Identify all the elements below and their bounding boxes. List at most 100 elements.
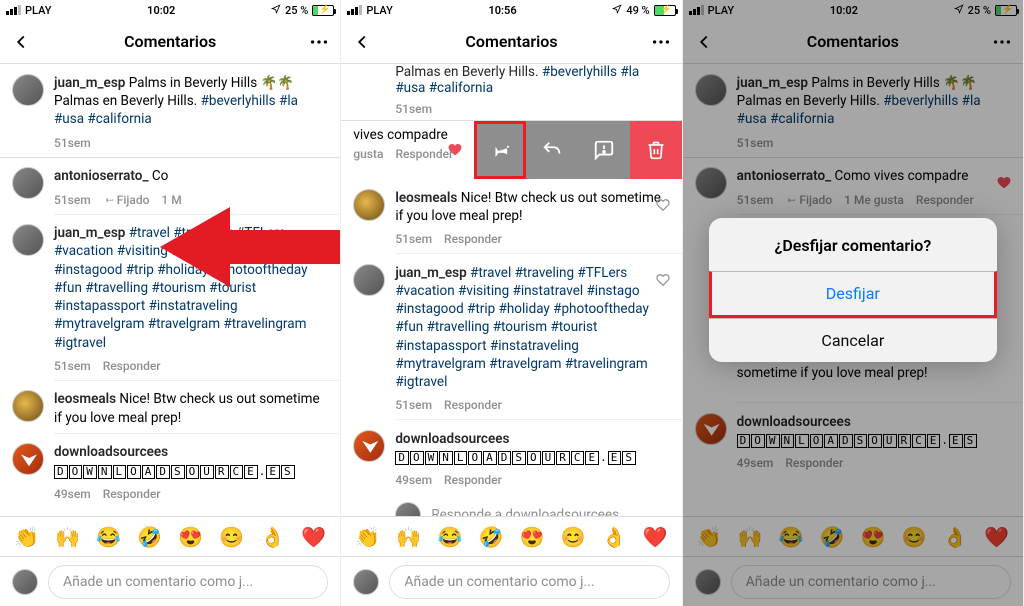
emoji-button[interactable]: 😂 xyxy=(96,525,121,549)
emoji-button[interactable]: 👌 xyxy=(260,525,285,549)
timestamp: 51sem xyxy=(395,231,432,247)
reply-action-button[interactable] xyxy=(526,121,578,179)
timestamp: 51sem xyxy=(54,358,91,374)
emoji-button[interactable]: 😂 xyxy=(437,525,462,549)
alert-title: ¿Desfijar comentario? xyxy=(709,218,997,271)
emoji-button[interactable]: 😍 xyxy=(178,525,203,549)
report-action-button[interactable] xyxy=(578,121,630,179)
comment-row[interactable]: leosmeals Nice! Btw check us out sometim… xyxy=(0,380,340,432)
emoji-button[interactable]: 😊 xyxy=(219,525,244,549)
username[interactable]: leosmeals xyxy=(54,391,116,407)
emoji-button[interactable]: 🤣 xyxy=(137,525,162,549)
avatar[interactable] xyxy=(12,167,44,199)
likes-count[interactable]: gusta xyxy=(353,147,383,161)
signal-icon xyxy=(6,5,21,15)
like-icon[interactable] xyxy=(656,197,670,216)
screenshot-2: PLAY 10:56 49 % ⚡ Comentarios Palmas en … xyxy=(341,0,682,606)
battery-icon: ⚡ xyxy=(654,5,676,16)
comment-hashtags[interactable]: #travel #traveling #TFLers #vacation #vi… xyxy=(395,265,649,390)
comment-text: DOWNLOADSOURCE.ES xyxy=(395,451,637,464)
reply-button[interactable]: Responder xyxy=(444,397,502,413)
my-avatar[interactable] xyxy=(12,569,38,595)
avatar[interactable] xyxy=(12,74,44,106)
cancel-button[interactable]: Cancelar xyxy=(709,318,997,362)
unpin-alert: ¿Desfijar comentario? Desfijar Cancelar xyxy=(709,218,997,362)
reply-button[interactable]: Responder xyxy=(395,147,453,161)
likes-count[interactable]: 1 M xyxy=(161,192,181,208)
avatar[interactable] xyxy=(353,430,385,462)
comments-list[interactable]: Palmas en Beverly Hills. #beverlyhills #… xyxy=(341,64,681,516)
avatar[interactable] xyxy=(12,224,44,256)
pin-action-button[interactable] xyxy=(474,121,526,179)
comment-input[interactable]: Añade un comentario como j... xyxy=(389,565,669,599)
reply-button[interactable]: Responder xyxy=(103,358,161,374)
comments-list[interactable]: juan_m_esp Palms in Beverly Hills 🌴🌴 Pal… xyxy=(0,64,340,516)
more-button[interactable] xyxy=(650,31,672,53)
timestamp: 49sem xyxy=(54,486,91,502)
emoji-button[interactable]: 👏 xyxy=(14,525,39,549)
more-button[interactable] xyxy=(308,31,330,53)
page-title: Comentarios xyxy=(465,32,557,51)
carrier-label: PLAY xyxy=(366,4,392,17)
username[interactable]: downloadsourcees xyxy=(395,431,509,447)
pinned-comment[interactable]: antonioserrato_ Co 51sem Fijado 1 M xyxy=(0,157,340,213)
location-icon xyxy=(612,4,622,17)
comment-row[interactable]: juan_m_esp #travel #traveling #TFLers #v… xyxy=(341,254,681,420)
avatar[interactable] xyxy=(353,189,385,221)
username[interactable]: leosmeals xyxy=(395,190,457,206)
back-button[interactable] xyxy=(351,31,373,53)
screenshot-1: PLAY 10:02 25 % ⚡ Comentarios juan_m_esp… xyxy=(0,0,341,606)
status-bar: PLAY 10:56 49 % ⚡ xyxy=(341,0,681,20)
comment-input-bar: Añade un comentario como j... xyxy=(341,556,681,606)
status-bar: PLAY 10:02 25 % ⚡ xyxy=(0,0,340,20)
emoji-button[interactable]: 🙌 xyxy=(55,525,80,549)
comment-input[interactable]: Añade un comentario como j... xyxy=(48,565,328,599)
username[interactable]: antonioserrato_ xyxy=(54,168,148,184)
emoji-quickbar: 👏 🙌 😂 🤣 😍 😊 👌 ❤️ xyxy=(0,516,340,556)
emoji-quickbar: 👏 🙌 😂 🤣 😍 😊 👌 ❤️ xyxy=(341,516,681,556)
username[interactable]: downloadsourcees xyxy=(54,444,168,460)
comment-row[interactable]: downloadsourcees DOWNLOADSOURCE.ES 49sem… xyxy=(0,433,340,508)
emoji-button[interactable]: ❤️ xyxy=(643,525,668,549)
location-icon xyxy=(271,4,281,17)
emoji-button[interactable]: 😍 xyxy=(520,525,545,549)
emoji-button[interactable]: ❤️ xyxy=(301,525,326,549)
signal-icon xyxy=(347,5,362,15)
emoji-button[interactable]: 🤣 xyxy=(478,525,503,549)
screenshot-3: PLAY 10:02 25 % ⚡ Comentarios juan_m_esp… xyxy=(683,0,1024,606)
battery-icon: ⚡ xyxy=(312,5,334,16)
my-avatar[interactable] xyxy=(353,569,379,595)
clock: 10:02 xyxy=(147,4,175,17)
avatar[interactable] xyxy=(12,390,44,422)
reply-button[interactable]: Responder xyxy=(444,472,502,488)
reply-thread-input[interactable]: Responde a downloadsourcees... xyxy=(383,494,681,516)
comment-row[interactable]: leosmeals Nice! Btw check us out sometim… xyxy=(341,179,681,254)
battery-percent: 49 % xyxy=(626,4,649,17)
reply-button[interactable]: Responder xyxy=(103,486,161,502)
comment-text: Co xyxy=(148,168,168,184)
comment-text: DOWNLOADSOURCE.ES xyxy=(54,465,296,478)
emoji-button[interactable]: 👏 xyxy=(355,525,380,549)
avatar[interactable] xyxy=(353,264,385,296)
reply-button[interactable]: Responder xyxy=(444,231,502,247)
like-icon[interactable] xyxy=(314,232,328,251)
reply-placeholder: Responde a downloadsourcees... xyxy=(431,507,629,516)
back-button[interactable] xyxy=(10,31,32,53)
username[interactable]: juan_m_esp xyxy=(395,265,466,281)
comment-row[interactable]: downloadsourcees DOWNLOADSOURCE.ES 49sem… xyxy=(341,420,681,495)
comment-row[interactable]: juan_m_esp #travel #traveling #TFLers #v… xyxy=(0,214,340,380)
my-avatar[interactable] xyxy=(395,502,421,516)
emoji-button[interactable]: 👌 xyxy=(602,525,627,549)
like-icon[interactable] xyxy=(656,272,670,291)
comment-hashtags[interactable]: #travel #traveling #TFLers #vacation #vi… xyxy=(54,225,308,350)
emoji-button[interactable]: 😊 xyxy=(561,525,586,549)
clock: 10:56 xyxy=(488,4,516,17)
unpin-confirm-button[interactable]: Desfijar xyxy=(709,271,997,318)
username[interactable]: juan_m_esp xyxy=(54,75,125,91)
post-caption-partial: Palmas en Beverly Hills. #beverlyhills #… xyxy=(341,64,681,120)
username[interactable]: juan_m_esp xyxy=(54,225,125,241)
emoji-button[interactable]: 🙌 xyxy=(396,525,421,549)
avatar[interactable] xyxy=(12,443,44,475)
delete-action-button[interactable] xyxy=(630,121,682,179)
pinned-badge: Fijado xyxy=(103,192,150,208)
